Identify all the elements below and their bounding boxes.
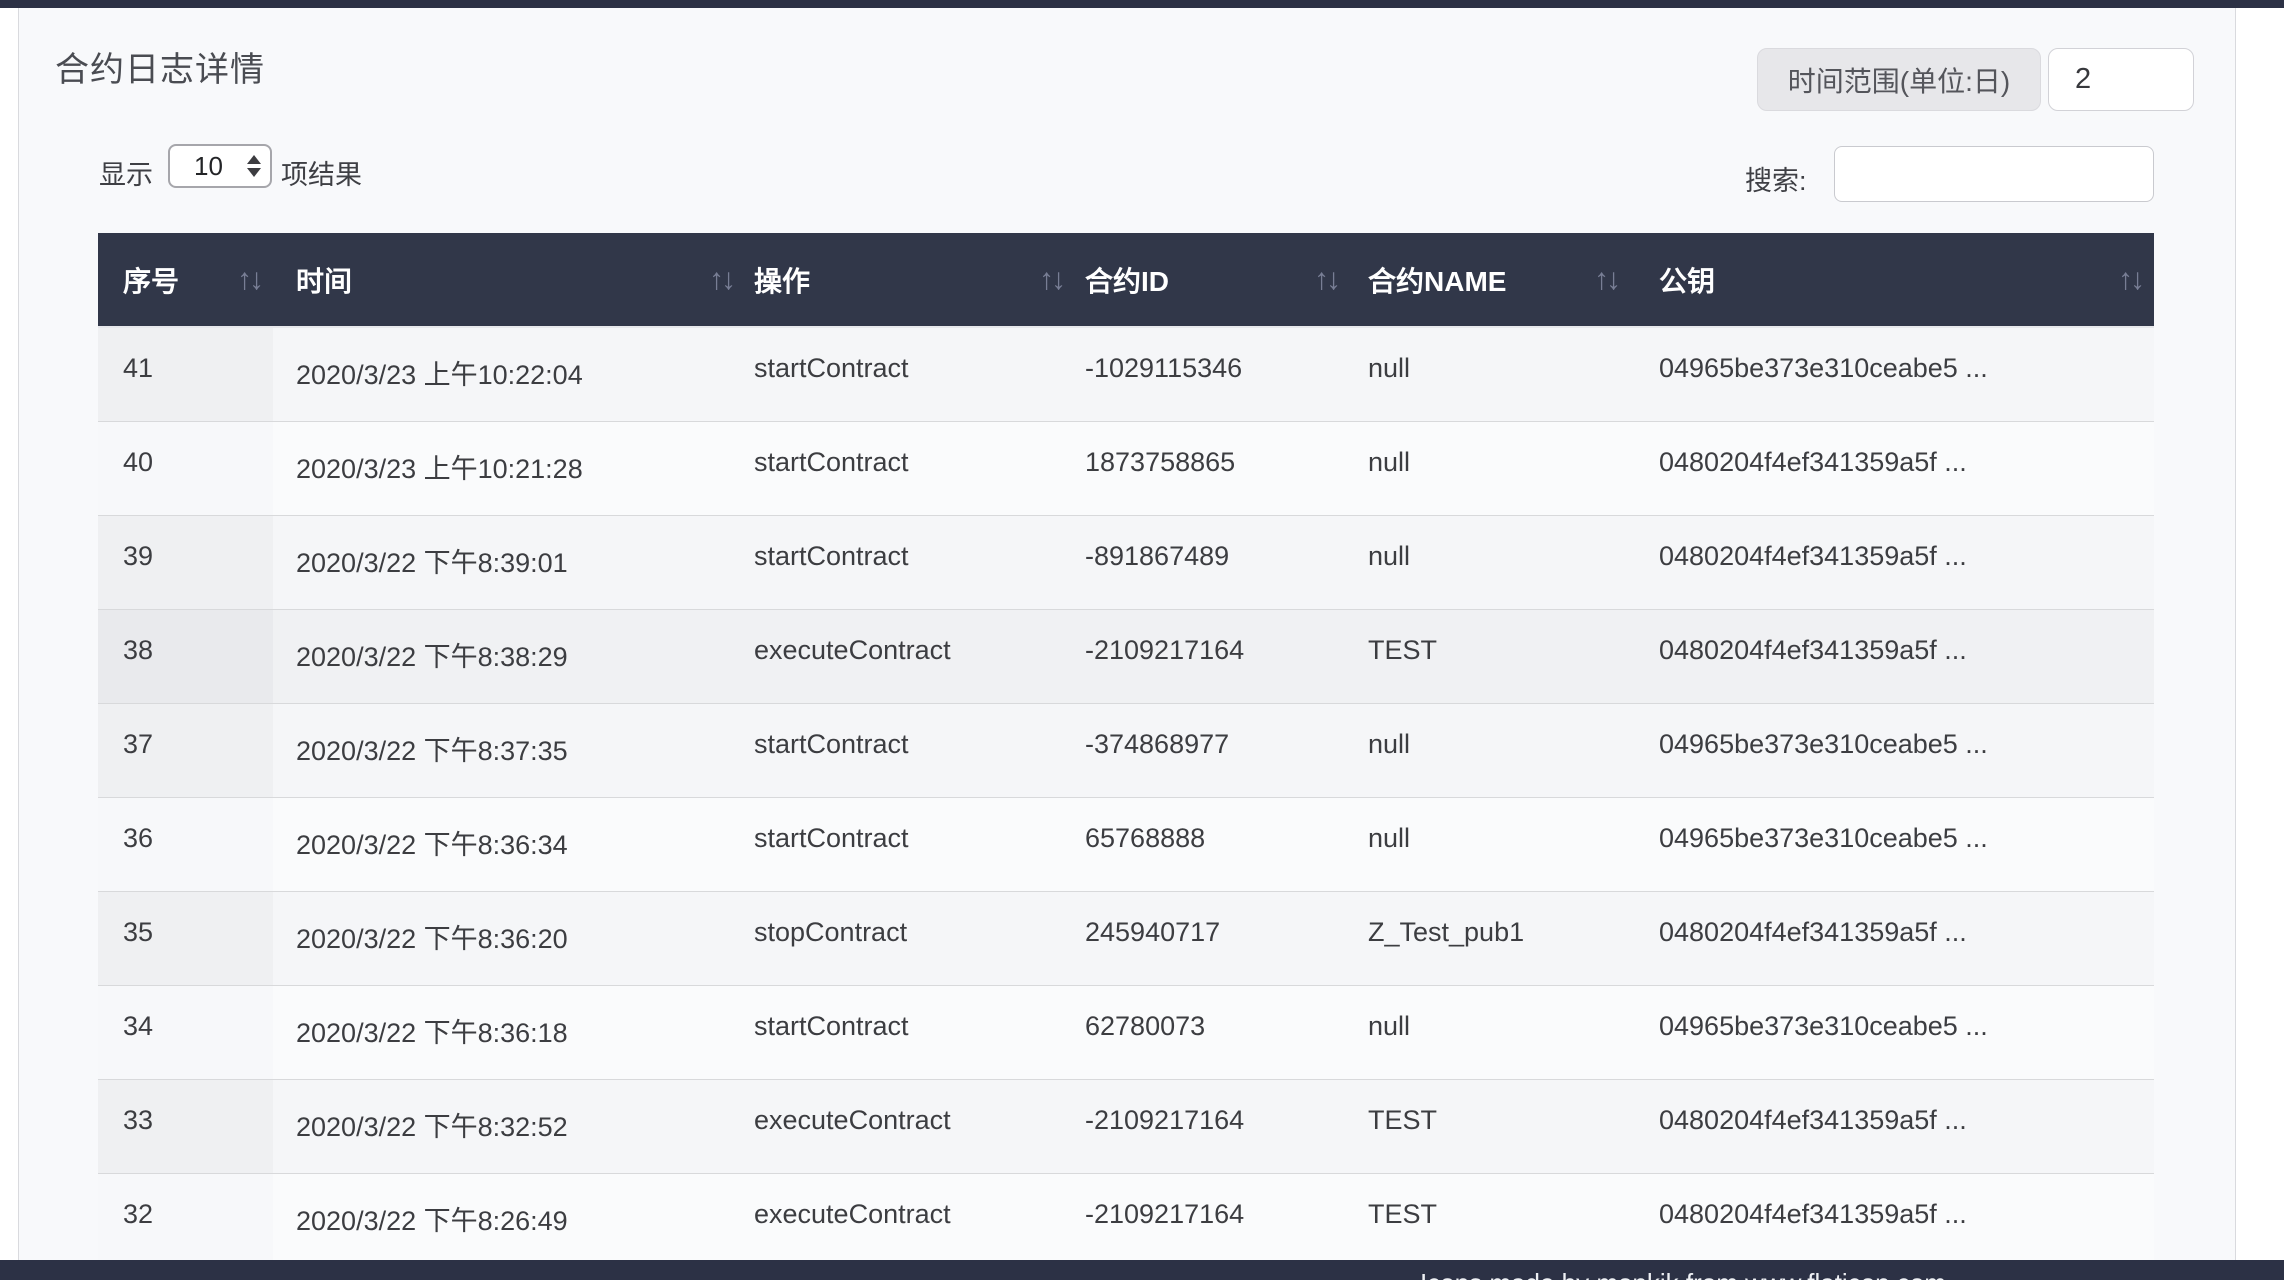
cell-time: 2020/3/22 下午8:36:20 <box>273 891 745 985</box>
column-header-public-key[interactable]: 公钥 ↑↓ <box>1630 233 2154 327</box>
cell-public-key: 04965be373e310ceabe5 ... <box>1630 327 2154 421</box>
cell-contract-id: 62780073 <box>1075 985 1350 1079</box>
table-row: 382020/3/22 下午8:38:29executeContract-210… <box>98 609 2154 703</box>
cell-public-key: 0480204f4ef341359a5f ... <box>1630 891 2154 985</box>
cell-contract-name: null <box>1350 327 1630 421</box>
cell-public-key: 04965be373e310ceabe5 ... <box>1630 703 2154 797</box>
page-length-value: 10 <box>170 151 247 182</box>
cell-operation: stopContract <box>745 891 1075 985</box>
select-stepper-icon <box>247 155 261 177</box>
cell-contract-name: Z_Test_pub1 <box>1350 891 1630 985</box>
table-row: 402020/3/23 上午10:21:28startContract18737… <box>98 421 2154 515</box>
cell-contract-id: -2109217164 <box>1075 1173 1350 1267</box>
cell-time: 2020/3/22 下午8:36:18 <box>273 985 745 1079</box>
sort-icon[interactable]: ↑↓ <box>1039 263 1063 297</box>
cell-seq: 32 <box>98 1173 273 1267</box>
table-row: 372020/3/22 下午8:37:35startContract-37486… <box>98 703 2154 797</box>
cell-contract-id: -2109217164 <box>1075 1079 1350 1173</box>
cell-operation: startContract <box>745 515 1075 609</box>
column-header-seq[interactable]: 序号 ↑↓ <box>98 233 273 327</box>
cell-time: 2020/3/22 下午8:32:52 <box>273 1079 745 1173</box>
cell-contract-id: 65768888 <box>1075 797 1350 891</box>
cell-time: 2020/3/23 上午10:21:28 <box>273 421 745 515</box>
cell-contract-name: TEST <box>1350 1173 1630 1267</box>
top-chrome-bar <box>0 0 2284 8</box>
cell-operation: startContract <box>745 421 1075 515</box>
table-row: 362020/3/22 下午8:36:34startContract657688… <box>98 797 2154 891</box>
cell-seq: 36 <box>98 797 273 891</box>
cell-public-key: 0480204f4ef341359a5f ... <box>1630 609 2154 703</box>
cell-contract-id: 245940717 <box>1075 891 1350 985</box>
cell-contract-name: null <box>1350 421 1630 515</box>
column-header-contract-name[interactable]: 合约NAME ↑↓ <box>1350 233 1630 327</box>
footer-bar: Icons made by monkik from www.flaticon.c… <box>0 1260 2284 1280</box>
cell-contract-id: -374868977 <box>1075 703 1350 797</box>
cell-contract-name: TEST <box>1350 1079 1630 1173</box>
cell-seq: 37 <box>98 703 273 797</box>
cell-operation: startContract <box>745 985 1075 1079</box>
cell-time: 2020/3/22 下午8:26:49 <box>273 1173 745 1267</box>
column-header-operation[interactable]: 操作 ↑↓ <box>745 233 1075 327</box>
table-row: 332020/3/22 下午8:32:52executeContract-210… <box>98 1079 2154 1173</box>
cell-seq: 34 <box>98 985 273 1079</box>
sort-icon[interactable]: ↑↓ <box>709 263 733 297</box>
cell-contract-name: TEST <box>1350 609 1630 703</box>
column-header-time[interactable]: 时间 ↑↓ <box>273 233 745 327</box>
search-label: 搜索: <box>1745 159 1807 198</box>
cell-seq: 38 <box>98 609 273 703</box>
cell-seq: 33 <box>98 1079 273 1173</box>
table-body: 412020/3/23 上午10:22:04startContract-1029… <box>98 327 2154 1267</box>
table-row: 392020/3/22 下午8:39:01startContract-89186… <box>98 515 2154 609</box>
cell-public-key: 0480204f4ef341359a5f ... <box>1630 421 2154 515</box>
page-length-suffix-label: 项结果 <box>281 153 362 192</box>
table-row: 352020/3/22 下午8:36:20stopContract2459407… <box>98 891 2154 985</box>
table-header: 序号 ↑↓ 时间 ↑↓ 操作 ↑↓ 合约ID ↑↓ 合约NAME ↑↓ 公钥 ↑… <box>98 233 2154 327</box>
sort-icon[interactable]: ↑↓ <box>1314 263 1338 297</box>
cell-time: 2020/3/22 下午8:37:35 <box>273 703 745 797</box>
contract-log-table: 序号 ↑↓ 时间 ↑↓ 操作 ↑↓ 合约ID ↑↓ 合约NAME ↑↓ 公钥 ↑… <box>98 233 2154 1268</box>
cell-public-key: 0480204f4ef341359a5f ... <box>1630 1079 2154 1173</box>
page-length-prefix-label: 显示 <box>99 153 153 192</box>
cell-contract-id: -1029115346 <box>1075 327 1350 421</box>
flaticon-attribution: Icons made by monkik from www.flaticon.c… <box>1420 1268 1946 1280</box>
cell-contract-name: null <box>1350 797 1630 891</box>
cell-operation: executeContract <box>745 1079 1075 1173</box>
cell-operation: executeContract <box>745 609 1075 703</box>
cell-operation: executeContract <box>745 1173 1075 1267</box>
cell-seq: 41 <box>98 327 273 421</box>
cell-operation: startContract <box>745 797 1075 891</box>
time-range-button[interactable]: 时间范围(单位:日) <box>1757 48 2041 111</box>
cell-operation: startContract <box>745 327 1075 421</box>
cell-contract-id: 1873758865 <box>1075 421 1350 515</box>
cell-public-key: 04965be373e310ceabe5 ... <box>1630 985 2154 1079</box>
cell-contract-name: null <box>1350 703 1630 797</box>
column-header-contract-id[interactable]: 合约ID ↑↓ <box>1075 233 1350 327</box>
cell-time: 2020/3/23 上午10:22:04 <box>273 327 745 421</box>
search-input[interactable] <box>1834 146 2154 202</box>
cell-public-key: 04965be373e310ceabe5 ... <box>1630 797 2154 891</box>
cell-contract-id: -891867489 <box>1075 515 1350 609</box>
cell-seq: 40 <box>98 421 273 515</box>
sort-icon[interactable]: ↑↓ <box>2118 263 2142 297</box>
cell-seq: 35 <box>98 891 273 985</box>
cell-operation: startContract <box>745 703 1075 797</box>
cell-seq: 39 <box>98 515 273 609</box>
cell-contract-name: null <box>1350 515 1630 609</box>
cell-time: 2020/3/22 下午8:38:29 <box>273 609 745 703</box>
cell-time: 2020/3/22 下午8:36:34 <box>273 797 745 891</box>
cell-contract-name: null <box>1350 985 1630 1079</box>
cell-contract-id: -2109217164 <box>1075 609 1350 703</box>
table-row: 322020/3/22 下午8:26:49executeContract-210… <box>98 1173 2154 1267</box>
sort-icon[interactable]: ↑↓ <box>237 263 261 297</box>
time-range-input[interactable] <box>2048 48 2194 111</box>
cell-time: 2020/3/22 下午8:39:01 <box>273 515 745 609</box>
cell-public-key: 0480204f4ef341359a5f ... <box>1630 515 2154 609</box>
sort-icon[interactable]: ↑↓ <box>1594 263 1618 297</box>
page-title: 合约日志详情 <box>55 42 265 91</box>
cell-public-key: 0480204f4ef341359a5f ... <box>1630 1173 2154 1267</box>
table-row: 342020/3/22 下午8:36:18startContract627800… <box>98 985 2154 1079</box>
page-length-select[interactable]: 10 <box>168 144 272 188</box>
table-row: 412020/3/23 上午10:22:04startContract-1029… <box>98 327 2154 421</box>
